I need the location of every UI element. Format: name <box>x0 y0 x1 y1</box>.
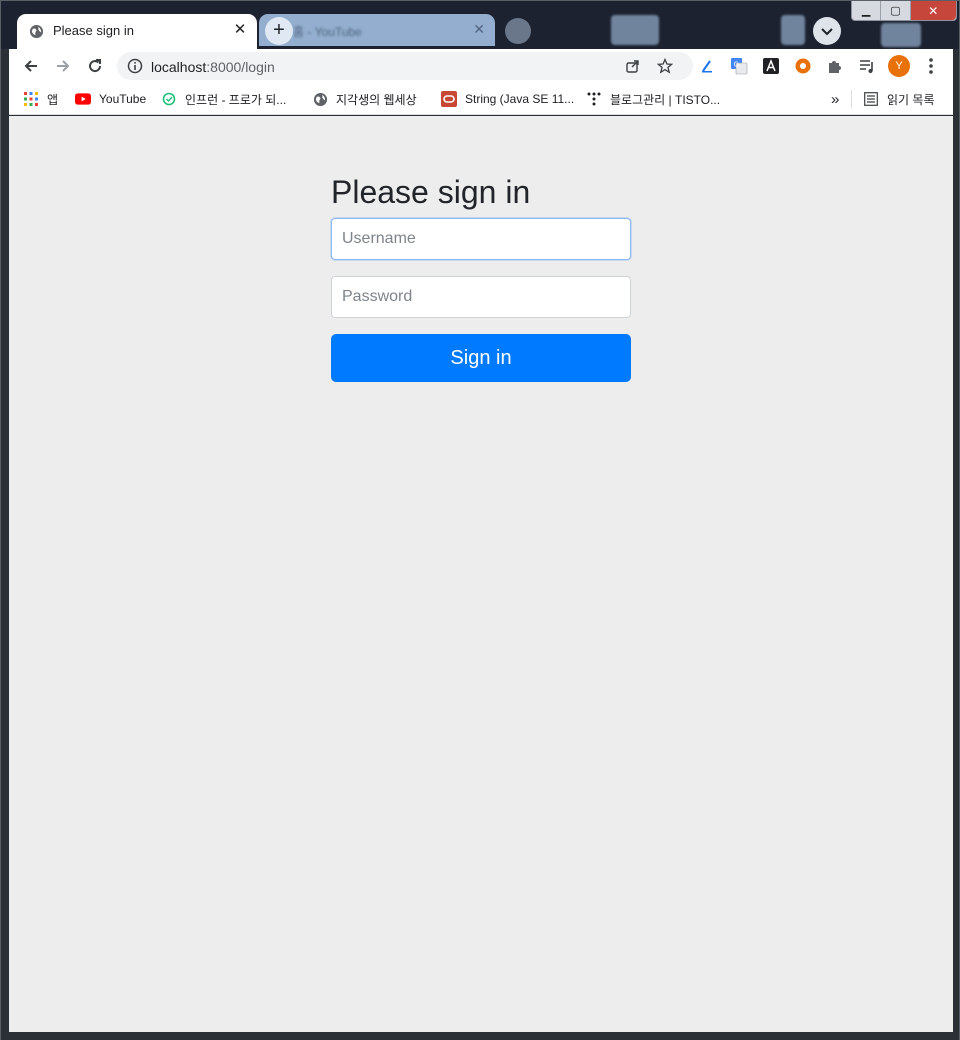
background-blur <box>881 23 921 47</box>
bookmark-youtube[interactable]: YouTube <box>75 90 146 108</box>
share-icon[interactable] <box>623 56 643 76</box>
google-translate-icon[interactable]: G <box>728 55 750 77</box>
signin-form: Please sign in Sign in <box>331 172 631 382</box>
window-close-button[interactable]: ✕ <box>910 1 956 20</box>
window-controls: ▁ ▢ ✕ <box>851 1 957 21</box>
bookmark-label: String (Java SE 11... <box>465 92 575 106</box>
browser-window: Please sign in ✕ 홈 - YouTube ✕ + ▁ ▢ ✕ l… <box>0 0 960 1040</box>
bookmark-inflearn[interactable]: 인프런 - 프로가 되... <box>161 90 286 108</box>
chevron-down-icon <box>821 28 833 36</box>
bookmark-apps[interactable]: 앱 <box>23 90 58 108</box>
reading-list-label: 읽기 목록 <box>887 92 935 107</box>
bookmark-label: 인프런 - 프로가 되... <box>185 92 287 107</box>
reading-list-button[interactable]: 읽기 목록 <box>863 90 935 108</box>
background-blur <box>781 15 805 45</box>
info-icon[interactable] <box>125 56 145 76</box>
bookmark-label: 지각생의 웹세상 <box>336 92 417 107</box>
tab-youtube[interactable]: 홈 - YouTube ✕ <box>259 14 495 46</box>
arrow-left-icon <box>24 60 37 72</box>
bookmarks-overflow-button[interactable]: » <box>831 90 839 108</box>
reload-icon <box>89 59 102 73</box>
page-content: Please sign in Sign in <box>9 116 953 1032</box>
tistory-icon <box>586 91 602 107</box>
arrow-right-icon <box>57 60 70 72</box>
apps-grid-icon <box>23 91 39 107</box>
reading-list-icon <box>863 91 879 107</box>
browser-toolbar: localhost:8000/login G Y <box>9 49 953 83</box>
tab-strip: Please sign in ✕ 홈 - YouTube ✕ + ▁ ▢ ✕ <box>1 1 959 49</box>
close-tab-icon[interactable]: ✕ <box>473 21 485 38</box>
divider <box>851 90 852 108</box>
back-button[interactable] <box>20 55 42 77</box>
forward-button[interactable] <box>52 55 74 77</box>
window-frame-bottom <box>1 1032 959 1040</box>
star-icon[interactable] <box>655 56 675 76</box>
new-tab-button[interactable]: + <box>265 17 293 45</box>
globe-icon <box>29 24 44 39</box>
username-input[interactable] <box>331 218 631 260</box>
profile-avatar[interactable]: Y <box>888 55 910 77</box>
bookmark-java-string[interactable]: String (Java SE 11... <box>441 90 574 108</box>
menu-dots-icon[interactable] <box>920 55 942 77</box>
inflearn-icon <box>161 91 177 107</box>
reload-button[interactable] <box>84 55 106 77</box>
oracle-icon <box>441 91 457 107</box>
maximize-button[interactable]: ▢ <box>881 1 911 20</box>
background-blur <box>505 18 531 44</box>
url-text[interactable]: localhost:8000/login <box>151 59 275 75</box>
sign-in-button[interactable]: Sign in <box>331 334 631 382</box>
close-tab-icon[interactable]: ✕ <box>231 21 249 39</box>
youtube-icon <box>75 91 91 107</box>
tab-please-sign-in[interactable]: Please sign in ✕ <box>17 14 257 49</box>
tab-title: 홈 - YouTube <box>293 25 362 39</box>
extension-pen-icon[interactable] <box>696 55 718 77</box>
background-blur <box>611 15 659 45</box>
tab-search-button[interactable] <box>813 17 841 45</box>
password-input[interactable] <box>331 276 631 318</box>
url-host: localhost <box>151 59 207 75</box>
puzzle-icon[interactable] <box>824 55 846 77</box>
address-bar[interactable]: localhost:8000/login <box>117 52 693 80</box>
globe-icon <box>312 91 328 107</box>
extension-a-icon[interactable] <box>760 55 782 77</box>
bookmark-label: 블로그관리 | TISTO... <box>610 92 721 107</box>
bookmark-web-world[interactable]: 지각생의 웹세상 <box>312 90 417 108</box>
bookmark-tistory[interactable]: 블로그관리 | TISTO... <box>586 90 720 108</box>
bookmarks-bar: 앱 YouTube 인프런 - 프로가 되... 지각생의 웹세상 String… <box>9 83 953 115</box>
media-control-icon[interactable] <box>856 55 878 77</box>
page-title: Please sign in <box>331 174 531 210</box>
url-path: :8000/login <box>206 59 275 75</box>
tab-title: Please sign in <box>53 23 134 38</box>
svg-text:G: G <box>734 61 739 69</box>
bookmark-label: 앱 <box>47 92 59 107</box>
minimize-button[interactable]: ▁ <box>852 1 882 20</box>
extension-lifebuoy-icon[interactable] <box>792 55 814 77</box>
bookmark-label: YouTube <box>99 92 147 106</box>
